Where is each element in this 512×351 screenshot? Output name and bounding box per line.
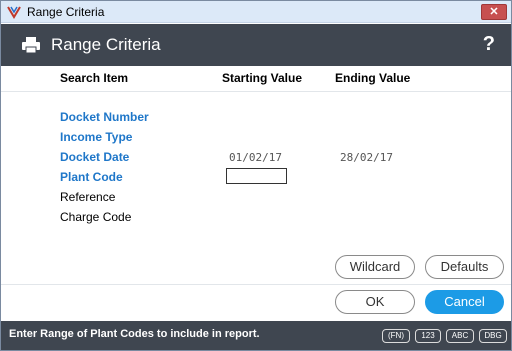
range-criteria-window: Range Criteria ✕ Range Criteria ? Search… — [0, 0, 512, 351]
header-title: Range Criteria — [51, 35, 161, 54]
title-bar: Range Criteria ✕ — [1, 1, 511, 23]
status-message: Enter Range of Plant Codes to include in… — [9, 328, 260, 340]
plant-code-link[interactable]: Plant Code — [60, 170, 123, 184]
help-button[interactable]: ? — [483, 33, 495, 56]
income-type-link[interactable]: Income Type — [60, 130, 132, 144]
status-bar: Enter Range of Plant Codes to include in… — [1, 321, 511, 350]
close-button[interactable]: ✕ — [481, 4, 507, 20]
reference-label: Reference — [60, 190, 116, 204]
header-divider — [1, 91, 511, 92]
docket-number-link[interactable]: Docket Number — [60, 110, 149, 124]
charge-code-label: Charge Code — [60, 210, 132, 224]
fn-indicator: (FN) — [382, 329, 410, 343]
button-divider — [1, 284, 511, 285]
docket-date-end-value[interactable]: 28/02/17 — [340, 151, 393, 164]
defaults-button[interactable]: Defaults — [425, 255, 504, 279]
printer-icon — [22, 37, 40, 54]
column-header-ending-value: Ending Value — [335, 71, 411, 85]
app-logo-icon — [7, 6, 21, 19]
plant-code-start-input[interactable] — [226, 168, 287, 184]
docket-date-link[interactable]: Docket Date — [60, 150, 129, 164]
window-title: Range Criteria — [27, 5, 105, 19]
debug-indicator: DBG — [479, 329, 507, 343]
docket-date-start-value[interactable]: 01/02/17 — [229, 151, 282, 164]
dialog-header: Range Criteria ? — [1, 24, 511, 66]
column-header-starting-value: Starting Value — [222, 71, 303, 85]
wildcard-button[interactable]: Wildcard — [335, 255, 415, 279]
numeric-indicator: 123 — [415, 329, 441, 343]
ok-button[interactable]: OK — [335, 290, 415, 314]
column-header-search-item: Search Item — [60, 71, 129, 85]
alpha-indicator: ABC — [446, 329, 474, 343]
cancel-button[interactable]: Cancel — [425, 290, 504, 314]
